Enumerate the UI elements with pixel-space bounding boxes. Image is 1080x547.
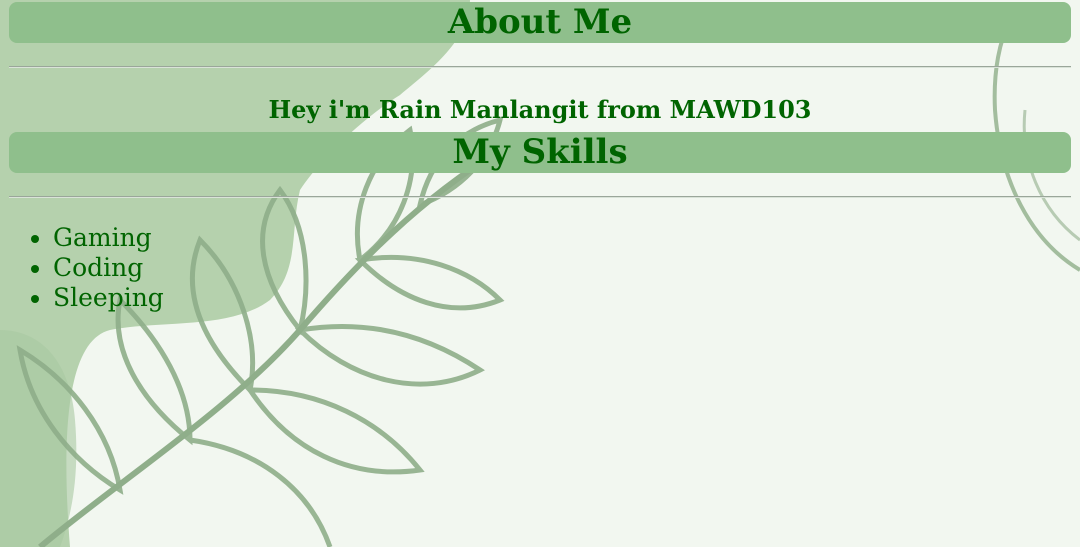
intro-text: Hey i'm Rain Manlangit from MAWD103 — [268, 95, 812, 124]
skills-list: Gaming Coding Sleeping — [9, 223, 1071, 313]
list-item: Gaming — [53, 223, 1071, 253]
divider — [9, 196, 1071, 198]
my-skills-heading: My Skills — [9, 132, 1071, 173]
about-me-heading: About Me — [9, 2, 1071, 43]
page-content: About Me Hey i'm Rain Manlangit from MAW… — [0, 0, 1080, 313]
divider — [9, 66, 1071, 68]
list-item: Coding — [53, 253, 1071, 283]
list-item: Sleeping — [53, 283, 1071, 313]
